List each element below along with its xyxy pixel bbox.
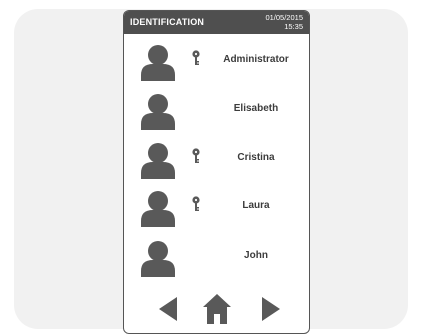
user-row[interactable]: Administrator (124, 39, 309, 87)
user-name: John (244, 250, 268, 261)
back-button[interactable] (159, 297, 177, 321)
navigation-bar (124, 291, 309, 329)
user-name: Administrator (223, 54, 289, 65)
user-row[interactable]: John (124, 235, 309, 283)
key-icon (192, 50, 200, 65)
key-icon (192, 196, 200, 211)
time-display: 15:35 (284, 22, 303, 31)
forward-button[interactable] (262, 297, 280, 321)
user-avatar-icon (141, 45, 175, 81)
user-name: Laura (242, 200, 270, 211)
device-screen: IDENTIFICATION 01/05/2015 15:35 Administ… (123, 10, 310, 334)
user-avatar-icon (141, 191, 175, 227)
home-icon (203, 294, 231, 324)
user-name: Cristina (237, 152, 275, 163)
user-row[interactable]: Cristina (124, 137, 309, 185)
user-avatar-icon (141, 241, 175, 277)
user-avatar-icon (141, 94, 175, 130)
user-row[interactable]: Elisabeth (124, 88, 309, 136)
triangle-left-icon (159, 297, 177, 321)
user-name: Elisabeth (233, 103, 279, 114)
user-row[interactable]: Laura (124, 185, 309, 233)
title-bar: IDENTIFICATION 01/05/2015 15:35 (124, 11, 309, 34)
key-icon (192, 148, 200, 163)
triangle-right-icon (262, 297, 280, 321)
home-button[interactable] (203, 294, 231, 324)
user-avatar-icon (141, 143, 175, 179)
screen-title: IDENTIFICATION (130, 17, 205, 27)
date-display: 01/05/2015 (265, 13, 303, 22)
